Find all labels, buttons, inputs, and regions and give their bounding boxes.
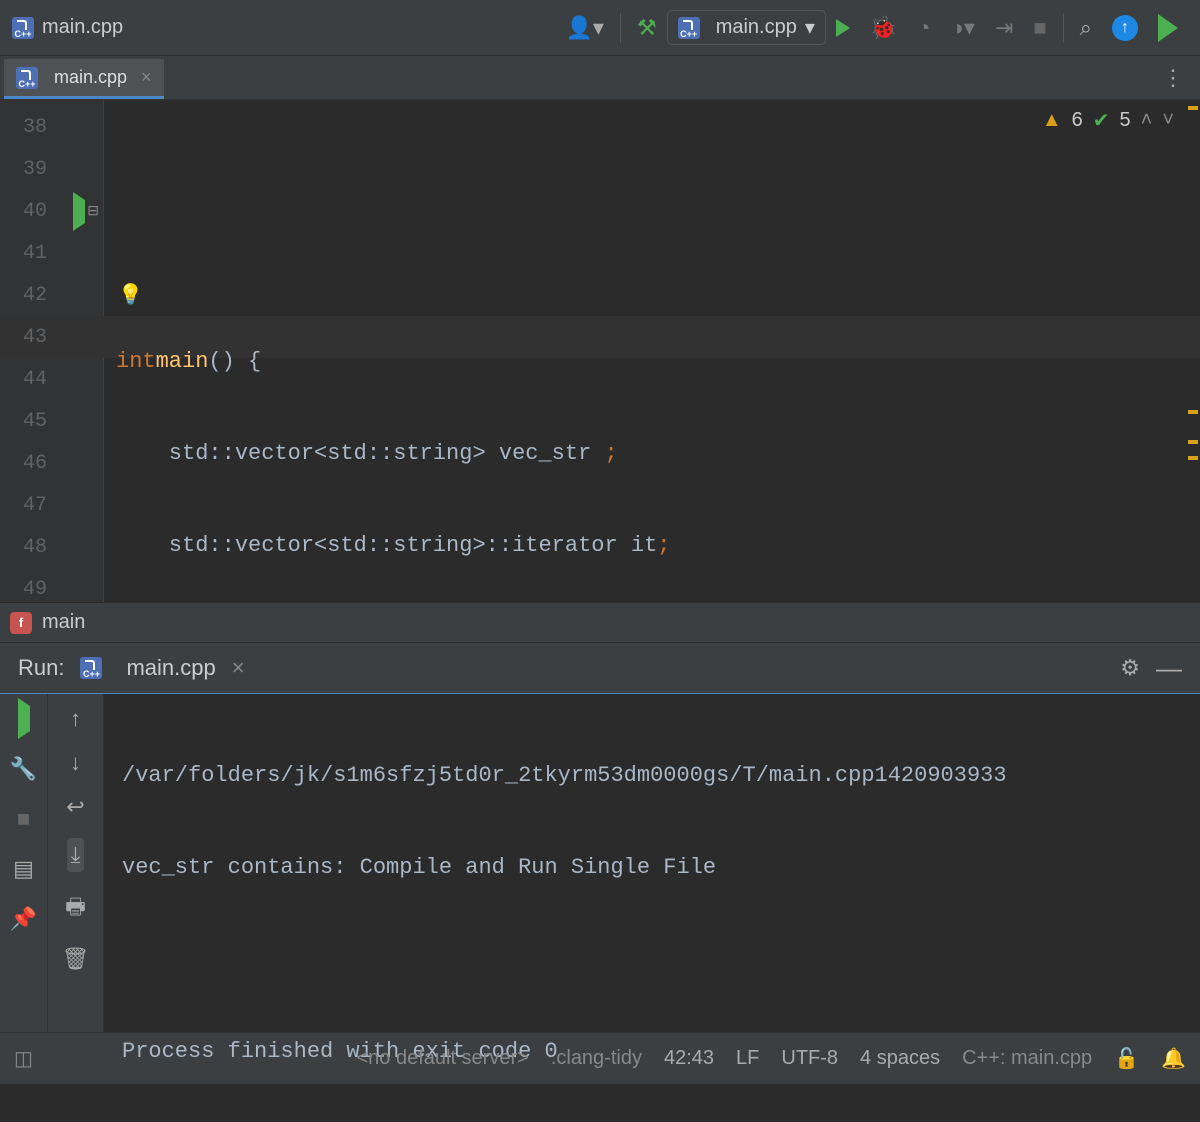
down-arrow-icon[interactable]: ↓	[70, 750, 81, 776]
tabbar-menu-icon[interactable]: ⋮	[1162, 65, 1184, 91]
editor-tabbar: C++ main.cpp × ⋮	[0, 56, 1200, 100]
status-server[interactable]: <no default server>	[356, 1047, 528, 1070]
trash-icon[interactable]: 🗑	[62, 946, 90, 972]
rerun-icon[interactable]	[18, 706, 30, 732]
debug-button[interactable]: 🐞	[870, 15, 897, 41]
status-indent[interactable]: 4 spaces	[860, 1047, 940, 1070]
line-number[interactable]: 43	[0, 316, 103, 358]
tool-windows-icon[interactable]: ◫	[14, 1046, 33, 1071]
settings-icon[interactable]: ⚙	[1120, 655, 1140, 681]
stop-icon[interactable]: ■	[17, 806, 30, 832]
line-number[interactable]: 44	[0, 358, 103, 400]
run-button[interactable]	[836, 19, 850, 37]
attach-button[interactable]: ⇥	[995, 15, 1013, 41]
run-label: Run:	[18, 655, 64, 681]
warning-count: 6	[1072, 109, 1083, 132]
build-icon[interactable]: ⚒	[637, 15, 657, 41]
tab-label: main.cpp	[54, 67, 127, 88]
gutter-run-icon[interactable]	[73, 200, 85, 223]
minimize-icon[interactable]: —	[1156, 653, 1182, 684]
scroll-to-end-icon[interactable]: ⤓	[67, 838, 85, 872]
run-sidebar-primary: 🔧 ■ ▤ 📌	[0, 694, 48, 1032]
run-target-label: main.cpp	[716, 16, 797, 39]
console-line: vec_str contains: Compile and Run Single…	[122, 846, 1182, 888]
titlebar: C++ main.cpp 👤▾ ⚒ C++ main.cpp ▾ 🐞 ◔ ◑▾ …	[0, 0, 1200, 56]
run-tool-window-header: Run: C++ main.cpp × ⚙ —	[0, 642, 1200, 694]
line-number[interactable]: 38	[0, 106, 103, 148]
status-clang-tidy[interactable]: .clang-tidy	[551, 1047, 642, 1070]
status-line-sep[interactable]: LF	[736, 1047, 759, 1070]
status-lang[interactable]: C++: main.cpp	[962, 1047, 1092, 1070]
close-run-tab-icon[interactable]: ×	[232, 655, 245, 681]
titlebar-filename: main.cpp	[42, 16, 123, 39]
tab-main-cpp[interactable]: C++ main.cpp ×	[4, 59, 164, 99]
stop-button[interactable]: ■	[1033, 15, 1046, 41]
console-line	[122, 938, 1182, 980]
console-line: /var/folders/jk/s1m6sfzj5td0r_2tkyrm53dm…	[122, 754, 1182, 796]
inspection-summary[interactable]: ▲ 6 ✔ 5 ˄ ˅	[1042, 108, 1174, 133]
line-number[interactable]: 48	[0, 526, 103, 568]
status-caret-pos[interactable]: 42:43	[664, 1047, 714, 1070]
breadcrumb[interactable]: f main	[0, 602, 1200, 642]
profile-button[interactable]: ◔	[917, 15, 930, 41]
update-icon[interactable]: ↑	[1112, 15, 1138, 41]
cpp-file-icon: C++	[80, 657, 102, 679]
status-encoding[interactable]: UTF-8	[781, 1047, 838, 1070]
line-number[interactable]: 42💡	[0, 274, 103, 316]
search-icon[interactable]: ⌕	[1080, 15, 1092, 41]
line-number[interactable]: 40⊟	[0, 190, 103, 232]
typo-count: 5	[1120, 109, 1131, 132]
nav-down-icon[interactable]: ˅	[1162, 109, 1174, 132]
layout-icon[interactable]: ▤	[13, 856, 34, 882]
cpp-file-icon: C++	[678, 17, 700, 39]
nav-up-icon[interactable]: ˄	[1141, 109, 1153, 132]
close-tab-icon[interactable]: ×	[141, 67, 152, 88]
gutter[interactable]: 38 39 40⊟ 41 42💡 43 44 45 46 47 48 49	[0, 100, 104, 602]
typo-icon: ✔	[1093, 108, 1110, 133]
brand-icon[interactable]	[1158, 14, 1178, 42]
wrench-icon[interactable]: 🔧	[10, 756, 37, 782]
soft-wrap-icon[interactable]: ↩	[66, 794, 84, 820]
line-number[interactable]: 49	[0, 568, 103, 602]
chevron-down-icon: ▾	[805, 15, 815, 40]
line-number[interactable]: 41	[0, 232, 103, 274]
run-sidebar-secondary: ↑ ↓ ↩ ⤓ 🖶 🗑	[48, 694, 104, 1032]
function-icon: f	[10, 612, 32, 634]
cpp-file-icon: C++	[16, 67, 38, 89]
run-config-name: main.cpp	[126, 655, 215, 681]
run-tool-window: 🔧 ■ ▤ 📌 ↑ ↓ ↩ ⤓ 🖶 🗑 /var/folders/jk/s1m6…	[0, 694, 1200, 1032]
line-number[interactable]: 45	[0, 400, 103, 442]
console-output[interactable]: /var/folders/jk/s1m6sfzj5td0r_2tkyrm53dm…	[104, 694, 1200, 1032]
print-icon[interactable]: 🖶	[65, 890, 86, 928]
run-configuration-selector[interactable]: C++ main.cpp ▾	[667, 10, 826, 45]
line-number[interactable]: 39	[0, 148, 103, 190]
user-switch-icon[interactable]: 👤▾	[566, 15, 604, 41]
line-number[interactable]: 46	[0, 442, 103, 484]
lock-icon[interactable]: 🔓	[1114, 1046, 1139, 1071]
notifications-icon[interactable]: 🔔	[1161, 1046, 1186, 1071]
code-area[interactable]: int main() { std::vector<std::string> ve…	[104, 100, 1200, 602]
pin-icon[interactable]: 📌	[10, 906, 37, 932]
cpp-file-icon: C++	[12, 17, 34, 39]
line-number[interactable]: 47	[0, 484, 103, 526]
fold-icon[interactable]: ⊟	[87, 203, 99, 220]
up-arrow-icon[interactable]: ↑	[70, 706, 81, 732]
breadcrumb-label: main	[42, 611, 85, 634]
code-editor[interactable]: ▲ 6 ✔ 5 ˄ ˅ 38 39 40⊟ 41 42💡 43 44 45 46…	[0, 100, 1200, 602]
warning-icon: ▲	[1042, 109, 1062, 132]
coverage-button[interactable]: ◑▾	[951, 15, 975, 41]
